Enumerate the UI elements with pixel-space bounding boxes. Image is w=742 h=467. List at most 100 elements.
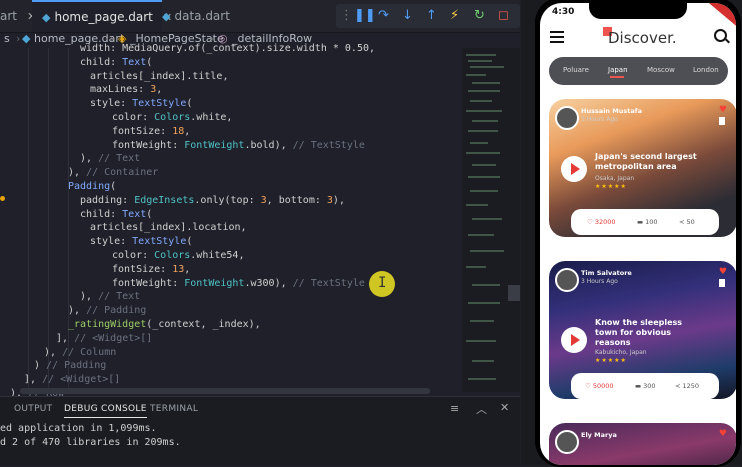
likes-count[interactable]: ♡ 32000 xyxy=(587,218,616,226)
phone-frame: 4:30 Discover. Poluare Japan Moscow Lond… xyxy=(535,0,741,467)
code-line[interactable]: ) // Padding xyxy=(34,359,106,373)
code-token: // Container xyxy=(86,167,159,179)
code-token: ( xyxy=(146,56,153,68)
code-line[interactable]: ), // Padding xyxy=(68,304,146,318)
code-line[interactable]: fontWeight: FontWeight.w300), // TextSty… xyxy=(112,277,365,291)
minimap[interactable] xyxy=(462,48,508,392)
article-card[interactable]: Ely Marya ♥ xyxy=(549,423,736,465)
code-token: articles[_index].title, xyxy=(90,70,229,82)
chevron-up-icon[interactable]: ︿ xyxy=(476,401,487,417)
code-token: Colors xyxy=(154,112,191,123)
code-token: ], xyxy=(56,332,75,344)
drag-handle-icon[interactable]: ⋮ xyxy=(340,7,353,25)
play-button[interactable] xyxy=(561,156,587,182)
code-line[interactable]: child: Text( xyxy=(80,208,152,222)
close-icon[interactable]: ✕ xyxy=(500,401,509,414)
play-button[interactable] xyxy=(561,327,587,353)
code-token: (_context, _index), xyxy=(146,319,261,330)
comments-count[interactable]: ▬ 100 xyxy=(637,218,658,226)
tab-debug-console[interactable]: DEBUG CONSOLE xyxy=(64,404,147,418)
horizontal-scrollbar[interactable] xyxy=(20,388,430,394)
likes-count[interactable]: ♡ 50000 xyxy=(585,382,614,390)
code-line[interactable]: _ratingWidget(_context, _index), xyxy=(68,318,261,332)
vertical-scrollbar[interactable] xyxy=(508,48,520,392)
tab-art[interactable]: art✕ xyxy=(0,0,36,32)
code-line[interactable]: ), // Container xyxy=(68,166,158,180)
article-card[interactable]: Tim Salvatore 3 Hours Ago ♥ Know the sle… xyxy=(549,261,736,411)
shares-count[interactable]: ≺ 1250 xyxy=(675,382,699,390)
code-line[interactable]: padding: EdgeInsets.only(top: 3, bottom:… xyxy=(80,194,345,208)
article-card[interactable]: Hussain Mustafa 3 Hours Ago ♥ Japan's se… xyxy=(549,99,736,249)
code-token: _ratingWidget xyxy=(68,319,147,330)
rating-stars: ★★★★★ xyxy=(595,357,627,364)
avatar[interactable] xyxy=(555,430,579,454)
code-token: // <Widget>[] xyxy=(74,332,153,344)
step-over-icon[interactable]: ↷ xyxy=(378,7,389,25)
bookmark-icon[interactable] xyxy=(719,117,725,125)
menu-icon[interactable] xyxy=(550,31,564,46)
step-into-icon[interactable]: ↓ xyxy=(402,7,413,25)
code-token: style: xyxy=(90,98,133,110)
code-line[interactable]: ), // Text xyxy=(80,152,140,166)
hot-reload-icon[interactable]: ⚡ xyxy=(450,7,459,25)
avatar[interactable] xyxy=(555,268,579,292)
code-line[interactable]: maxLines: 3, xyxy=(90,83,162,97)
heart-icon[interactable]: ♥ xyxy=(719,429,727,439)
rating-stars: ★★★★★ xyxy=(595,183,627,190)
code-line[interactable]: width: MediaQuery.of(_context).size.widt… xyxy=(80,42,375,56)
stop-icon[interactable]: ◻ xyxy=(498,7,509,25)
code-line[interactable]: ], // <Widget>[] xyxy=(24,373,120,387)
code-line[interactable]: child: Text( xyxy=(80,56,152,70)
step-out-icon[interactable]: ↑ xyxy=(426,7,437,25)
code-line[interactable]: articles[_index].title, xyxy=(90,70,228,84)
code-line[interactable]: style: TextStyle( xyxy=(90,97,192,111)
tab-data[interactable]: ◆ data.dart xyxy=(162,0,262,32)
code-token: // Padding xyxy=(46,360,107,372)
phone-notch xyxy=(589,3,687,19)
tab-home-page[interactable]: ◆ home_page.dart ✕ xyxy=(32,0,172,32)
filter-icon[interactable]: ≡ xyxy=(450,402,459,415)
code-line[interactable]: ], // <Widget>[] xyxy=(56,332,152,346)
bookmark-icon[interactable] xyxy=(719,279,725,287)
scrollbar-thumb[interactable] xyxy=(508,285,520,301)
avatar[interactable] xyxy=(555,106,579,130)
code-token: // Padding xyxy=(86,305,147,317)
code-line[interactable]: Padding( xyxy=(68,180,116,194)
pause-icon[interactable]: ❚❚ xyxy=(354,7,376,25)
chip-london[interactable]: London xyxy=(693,66,719,74)
code-line[interactable]: articles[_index].location, xyxy=(90,221,247,235)
tab-terminal[interactable]: TERMINAL xyxy=(150,404,198,414)
code-token: color: xyxy=(112,250,155,261)
code-token: ( xyxy=(146,208,153,220)
code-line[interactable]: fontWeight: FontWeight.bold), // TextSty… xyxy=(112,139,365,153)
code-token: .w300), xyxy=(244,277,293,289)
chevron-right-icon: › xyxy=(16,32,21,45)
code-token: color: xyxy=(112,112,155,123)
author-name: Ely Marya xyxy=(581,431,617,439)
code-token: , xyxy=(156,84,163,96)
tab-output[interactable]: OUTPUT xyxy=(14,404,52,414)
restart-icon[interactable]: ↻ xyxy=(474,7,485,25)
share-icon: ≺ xyxy=(675,382,681,390)
code-line[interactable]: style: TextStyle( xyxy=(90,235,192,249)
heart-icon[interactable]: ♥ xyxy=(719,105,727,115)
dart-file-icon: ◆ xyxy=(162,10,171,23)
page-title: Discover. xyxy=(608,29,677,47)
code-line[interactable]: ), // Text xyxy=(80,290,140,304)
code-line[interactable]: color: Colors.white, xyxy=(112,111,232,125)
search-icon[interactable] xyxy=(714,29,727,42)
code-line[interactable]: fontSize: 13, xyxy=(112,263,190,277)
chip-moscow[interactable]: Moscow xyxy=(647,66,675,74)
code-line[interactable]: fontSize: 18, xyxy=(112,125,190,139)
heart-outline-icon: ♡ xyxy=(585,382,591,390)
comments-count[interactable]: ▬ 300 xyxy=(635,382,656,390)
comment-icon: ▬ xyxy=(635,382,642,390)
chip-poluare[interactable]: Poluare xyxy=(563,66,589,74)
shares-count[interactable]: ≺ 50 xyxy=(679,218,695,226)
code-line[interactable]: color: Colors.white54, xyxy=(112,249,244,263)
code-area[interactable]: width: MediaQuery.of(_context).size.widt… xyxy=(0,43,462,399)
code-line[interactable]: ), // Column xyxy=(44,346,116,360)
heart-icon[interactable]: ♥ xyxy=(719,267,727,277)
code-token: EdgeInsets xyxy=(134,194,195,206)
chip-japan[interactable]: Japan xyxy=(608,66,628,78)
